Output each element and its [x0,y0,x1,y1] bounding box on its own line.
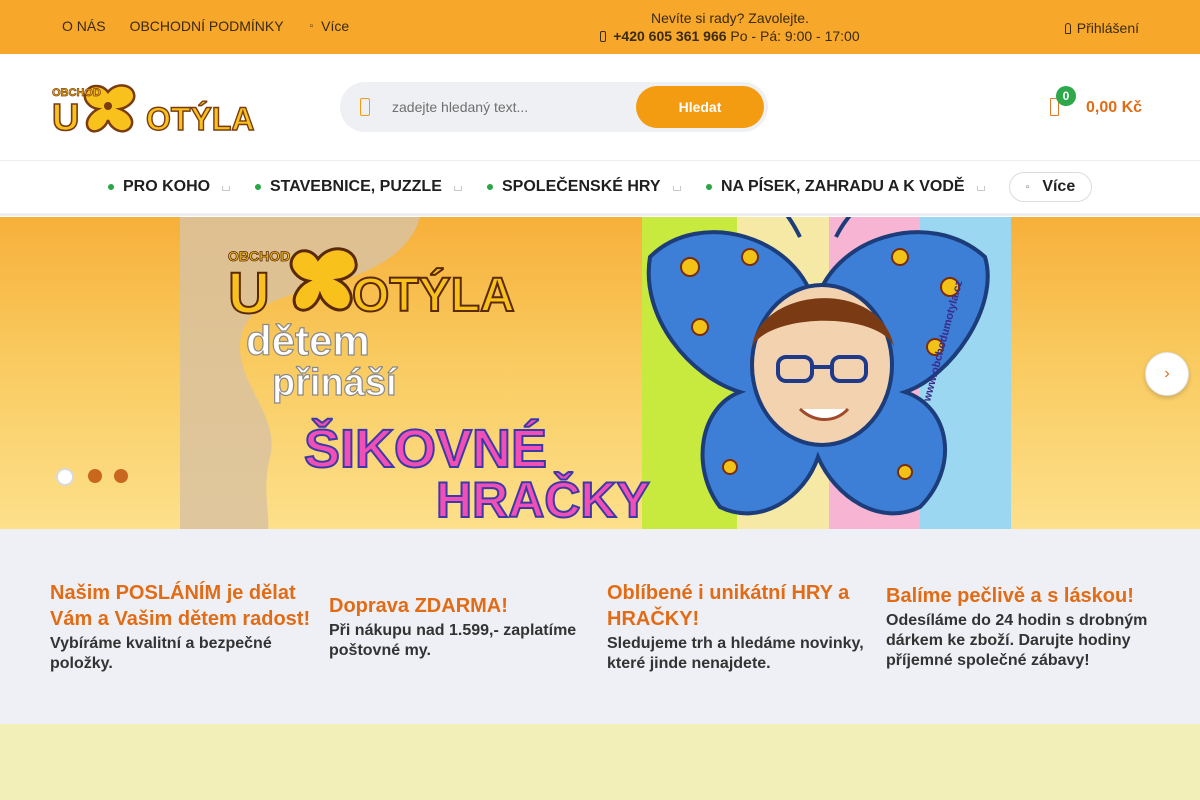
banner-brand-word: OTÝLA [352,268,515,322]
feature-text: Vybíráme kvalitní a bezpečné položky. [50,634,272,672]
top-nav-more-label: Více [321,18,350,34]
category-more-label: Více [1042,178,1076,195]
feature-unique-toys: Oblíbené i unikátní HRY a HRAČKY! Sleduj… [607,529,877,724]
category-label: STAVEBNICE, PUZZLE [270,178,442,195]
feature-text: Při nákupu nad 1.599,- zaplatíme poštovn… [329,621,577,659]
category-label: PRO KOHO [123,178,211,195]
banner-butterfly-mark [289,247,358,312]
bullet-icon [487,184,493,190]
feature-title: Balíme pečlivě a s láskou! [886,584,1134,607]
logo-letter-u: U [52,97,79,136]
butterfly-illustration: www.obchodumotyla.cz [646,217,990,516]
top-bar: O NÁS OBCHODNÍ PODMÍNKY ▫ Více Nevíte si… [0,0,1200,54]
category-label: SPOLEČENSKÉ HRY [502,178,661,195]
phone-link[interactable]: +420 605 361 966 [613,28,726,44]
opening-hours: Po - Pá: 9:00 - 17:00 [730,28,860,44]
dots-icon: ▫ [1025,181,1030,193]
slider-dot-2[interactable] [88,469,102,483]
banner-line-4: HRAČKY [436,471,650,528]
bullet-icon [706,184,712,190]
cart[interactable]: 0 0,00 Kč [1048,86,1148,124]
logo[interactable]: OBCHOD U OTÝLA [50,80,282,136]
search-input[interactable] [392,82,632,132]
slider-dot-1[interactable] [56,468,74,486]
category-board-games[interactable]: SPOLEČENSKÉ HRY [487,178,681,196]
dots-icon: ▫ [309,20,314,32]
category-garden-water[interactable]: NA PÍSEK, ZAHRADU A K VODĚ [706,178,985,196]
slider-dot-3[interactable] [114,469,128,483]
logo-word: OTÝLA [146,101,254,136]
login-link[interactable]: Přihlášení [1064,20,1139,36]
category-nav: PRO KOHO STAVEBNICE, PUZZLE SPOLEČENSKÉ … [0,160,1200,216]
feature-text: Sledujeme trh a hledáme novinky, které j… [607,634,864,672]
contact-help-text: Nevíte si rady? Zavolejte. [651,10,809,26]
chevron-down-icon [453,185,462,191]
category-label: NA PÍSEK, ZAHRADU A K VODĚ [721,178,965,195]
banner-line-1: dětem [246,317,370,364]
chevron-down-icon [222,185,231,191]
cart-count-badge: 0 [1056,86,1076,106]
banner-line-3: ŠIKOVNÉ [304,418,547,479]
feature-title: Našim POSLÁNÍM je dělat Vám a Vašim děte… [50,581,311,630]
feature-careful-packing: Balíme pečlivě a s láskou! Odesíláme do … [886,529,1156,724]
category-more-button[interactable]: ▫ Více [1009,172,1092,202]
category-for-whom[interactable]: PRO KOHO [108,178,231,196]
bullet-icon [108,184,114,190]
phone-icon [600,31,607,42]
banner-line-2: přináší [272,362,398,404]
search-bar: Hledat [340,82,768,132]
top-nav-about[interactable]: O NÁS [62,18,106,34]
top-nav: O NÁS OBCHODNÍ PODMÍNKY ▫ Více [62,18,349,34]
hero-banner[interactable]: OBCHOD U OTÝLA dětem přináší ŠIKOVNÉ HRA… [0,217,1200,529]
chevron-down-icon [976,185,985,191]
user-icon [1064,22,1071,34]
cart-total: 0,00 Kč [1086,99,1143,116]
top-nav-more[interactable]: ▫ Více [310,18,350,34]
feature-title: Doprava ZDARMA! [329,594,508,617]
banner-artwork: OBCHOD U OTÝLA dětem přináší ŠIKOVNÉ HRA… [227,217,990,529]
footer-band [0,724,1200,800]
feature-free-shipping: Doprava ZDARMA! Při nákupu nad 1.599,- z… [329,529,599,724]
top-nav-terms[interactable]: OBCHODNÍ PODMÍNKY [130,18,284,34]
category-building-sets[interactable]: STAVEBNICE, PUZZLE [255,178,462,196]
bullet-icon [255,184,261,190]
feature-text: Odesíláme do 24 hodin s drobným dárkem k… [886,611,1148,669]
search-icon [360,98,370,116]
feature-mission: Našim POSLÁNÍM je dělat Vám a Vašim děte… [50,529,320,724]
search-button[interactable]: Hledat [636,86,764,128]
features-section: Našim POSLÁNÍM je dělat Vám a Vašim děte… [0,529,1200,724]
login-label: Přihlášení [1076,20,1139,36]
contact-info: Nevíte si rady? Zavolejte. +420 605 361 … [600,9,860,45]
feature-title: Oblíbené i unikátní HRY a HRAČKY! [607,581,850,630]
chevron-right-icon[interactable]: › [1145,352,1189,396]
chevron-down-icon [672,185,681,191]
